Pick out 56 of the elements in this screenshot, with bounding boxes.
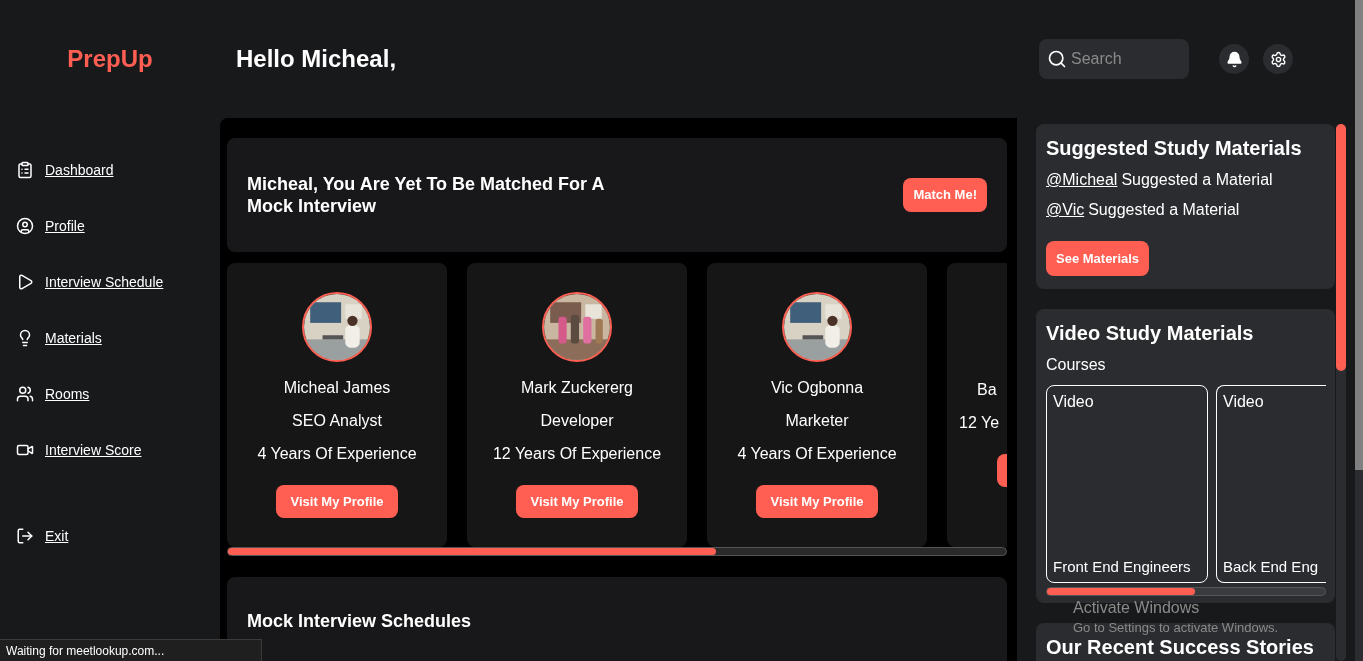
suggestion-text: Suggested a Material [1121,170,1273,190]
user-icon [16,217,34,235]
profile-name: Micheal James [283,378,391,398]
exit-icon [16,527,34,545]
profile-name: Vic Ogbonna [770,378,864,398]
sidebar-link[interactable]: Rooms [16,366,220,422]
video-label: Video [1223,392,1265,413]
vertical-scrollbar[interactable] [1336,124,1346,661]
settings-icon [1269,50,1287,68]
exit-link[interactable]: Exit [16,508,220,564]
page-scrollbar[interactable] [1355,0,1363,661]
search-field[interactable]: Search [1039,39,1189,79]
user-link[interactable]: @Vic [1046,198,1085,222]
sidebar-link[interactable]: Interview Score [16,422,220,478]
activation-title: Activate Windows [1073,598,1201,618]
match-message: Micheal, You Are Yet To Be Matched For A Mock Interview [247,172,605,218]
video-tile[interactable]: Video Front End Engineers [1046,385,1208,584]
success-title: Our Recent Success Stories [1046,636,1314,658]
video-title: Video Study Materials [1046,321,1255,347]
horizontal-scrollbar[interactable] [227,547,1007,556]
sidebar-link[interactable]: Materials [16,310,220,366]
courses-label: Courses [1046,355,1107,376]
notification-button[interactable] [1219,44,1249,74]
video-label: Video [1053,392,1095,413]
search-input[interactable]: Search [1071,47,1171,71]
sidebar-link[interactable]: Interview Schedule [16,254,220,310]
play-icon [16,273,34,291]
visit-profile-button[interactable] [997,454,1007,487]
schedules-title: Mock Interview Schedules [247,611,472,631]
user-link[interactable]: @Micheal [1046,168,1118,192]
profile-experience: 12 Ye [959,413,1000,433]
profile-role: Ba [977,380,997,400]
profile-role: SEO Analyst [292,411,382,431]
video-tile[interactable]: Video Back End Eng [1216,385,1326,584]
video-caption: Back End Eng [1223,556,1319,577]
clipboard-icon [16,161,34,179]
profile-experience: 4 Years Of Experience [257,444,417,464]
bell-icon [1225,50,1243,68]
status-bar: Waiting for meetlookup.com... [0,639,262,661]
people-icon [16,385,34,403]
profile-role: Developer [540,411,614,431]
video-caption: Front End Engineers [1053,556,1191,577]
profile-role: Marketer [785,411,849,431]
activation-text: Go to Settings to activate Windows. [1073,619,1279,637]
profile-experience: 4 Years Of Experience [737,444,897,464]
search-icon [1047,49,1067,69]
suggested-title: Suggested Study Materials [1046,136,1303,161]
profile-experience: 12 Years Of Experience [492,444,662,464]
greeting: Hello Micheal, [236,44,397,74]
settings-button[interactable] [1263,44,1293,74]
sidebar-link[interactable]: Dashboard [16,142,220,198]
suggestion-text: Suggested a Material [1088,200,1240,220]
profile-name: Mark Zuckererg [521,378,633,398]
brand-logo[interactable]: PrepUp [67,43,153,75]
sidebar-link[interactable]: Profile [16,198,220,254]
horizontal-scrollbar[interactable] [1046,587,1326,597]
